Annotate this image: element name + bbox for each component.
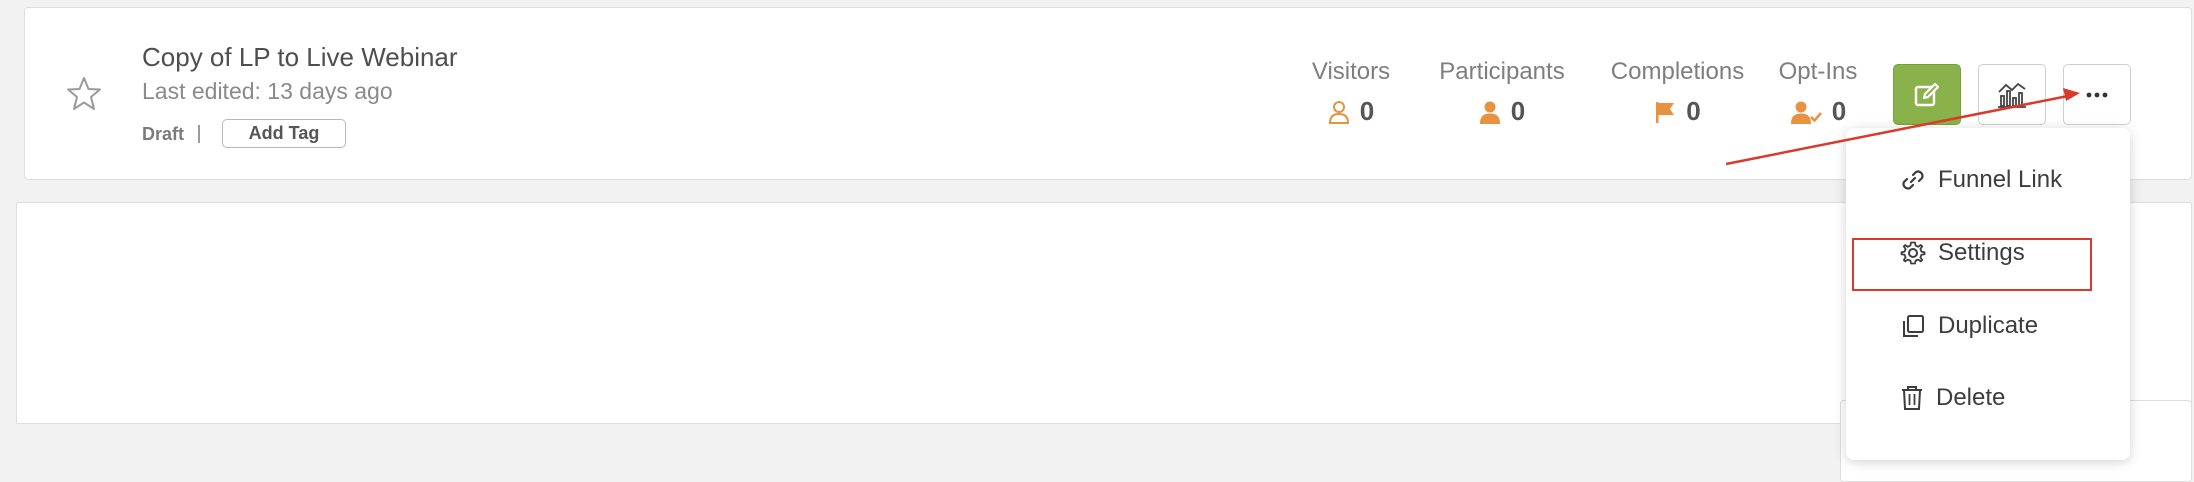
user-outline-icon [1328, 100, 1349, 124]
menu-item-delete[interactable]: Delete [1900, 384, 2005, 412]
menu-item-funnel-link[interactable]: Funnel Link [1900, 166, 2062, 194]
stat-value: 0 [1510, 96, 1526, 126]
status-separator [198, 125, 200, 143]
menu-item-label: Funnel Link [1938, 166, 2063, 193]
stat-completions: Completions 0 [1585, 58, 1770, 127]
stat-participants: Participants 0 [1412, 58, 1592, 127]
analytics-icon [1998, 82, 2026, 108]
user-filled-icon [1479, 101, 1500, 124]
stat-label: Opt-Ins [1778, 58, 1858, 85]
stat-value: 0 [1831, 96, 1847, 126]
menu-item-label: Delete [1936, 384, 2006, 411]
user-check-icon [1790, 101, 1822, 124]
stat-value: 0 [1686, 96, 1701, 126]
menu-item-duplicate[interactable]: Duplicate [1900, 312, 2038, 340]
settings-highlight-box [1852, 238, 2092, 291]
analytics-button[interactable] [1978, 64, 2046, 125]
stat-label: Completions [1610, 58, 1745, 85]
edit-icon [1914, 82, 1940, 106]
edit-button[interactable] [1893, 64, 1961, 125]
funnel-title[interactable]: Copy of LP to Live Webinar [142, 42, 458, 73]
add-tag-button[interactable]: Add Tag [222, 119, 346, 148]
star-icon[interactable] [64, 74, 104, 114]
more-icon [2086, 92, 2108, 97]
copy-icon [1903, 315, 1924, 337]
stat-label: Participants [1439, 58, 1565, 85]
stat-visitors: Visitors 0 [1291, 58, 1411, 127]
status-label: Draft [142, 124, 185, 144]
last-edited-text: Last edited: 13 days ago [142, 78, 393, 104]
flag-icon [1656, 101, 1675, 123]
more-options-menu: Funnel Link Settings Duplicate Delete [1846, 128, 2130, 460]
trash-icon [1902, 386, 1922, 410]
more-options-button[interactable] [2063, 64, 2131, 125]
menu-item-label: Duplicate [1938, 312, 2039, 339]
stat-label: Visitors [1311, 58, 1391, 85]
stat-optins: Opt-Ins 0 [1763, 58, 1873, 127]
stat-value: 0 [1359, 96, 1375, 126]
link-icon [1902, 170, 1924, 190]
